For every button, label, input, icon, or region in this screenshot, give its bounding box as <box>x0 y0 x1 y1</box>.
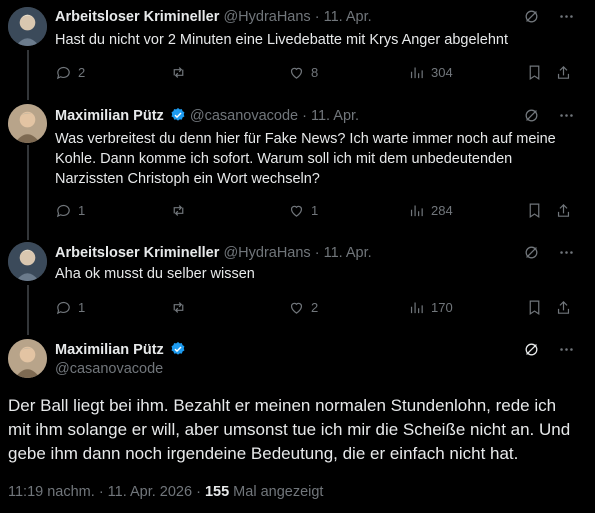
tweet-text: Aha ok musst du selber wissen <box>55 266 255 282</box>
more-icon[interactable] <box>558 244 575 266</box>
bookmark-button[interactable] <box>526 297 543 317</box>
author-name[interactable]: Arbeitsloser Krimineller <box>55 9 219 25</box>
views-button[interactable]: 284 <box>408 200 453 220</box>
views-icon <box>410 302 423 313</box>
avatar[interactable] <box>8 104 47 143</box>
views-icon <box>410 205 423 216</box>
author-name[interactable]: Arbeitsloser Krimineller <box>55 245 219 261</box>
author-handle[interactable]: @HydraHans <box>223 245 310 261</box>
separator: · <box>310 245 324 261</box>
views-count: 304 <box>431 64 453 80</box>
like-button[interactable]: 2 <box>288 297 318 317</box>
like-icon <box>290 205 303 217</box>
avatar[interactable] <box>8 7 47 46</box>
bookmark-button[interactable] <box>526 200 543 220</box>
views-button[interactable]: 304 <box>408 62 453 82</box>
tweet-text: Was verbreitest du denn hier für Fake Ne… <box>55 131 556 187</box>
tweet[interactable]: Maximilian Pütz @casanovacode · 11. Apr.… <box>0 95 595 240</box>
reply-icon <box>56 204 70 217</box>
like-button[interactable]: 1 <box>288 200 318 220</box>
verified-badge-icon <box>171 342 185 355</box>
reply-icon <box>56 301 70 314</box>
reply-count: 1 <box>78 299 86 315</box>
share-icon <box>557 300 570 314</box>
repost-button[interactable] <box>170 62 193 82</box>
author-name[interactable]: Maximilian Pütz <box>55 108 164 124</box>
more-icon[interactable] <box>558 107 575 129</box>
views-button[interactable]: 170 <box>408 297 453 317</box>
tweet[interactable]: Arbeitsloser Krimineller @HydraHans · 11… <box>0 240 595 332</box>
like-icon <box>290 67 303 79</box>
tweet-text: Der Ball liegt bei ihm. Bezahlt er meine… <box>8 396 571 463</box>
grok-icon[interactable] <box>523 8 540 30</box>
separator: · <box>310 9 324 25</box>
reply-count: 2 <box>78 64 86 80</box>
grok-icon[interactable] <box>523 107 540 129</box>
main-tweet: Maximilian Pütz @casanovacode Der Ball l… <box>0 332 595 513</box>
share-button[interactable] <box>555 62 572 82</box>
like-count: 2 <box>311 299 319 315</box>
share-button[interactable] <box>555 200 572 220</box>
reply-button[interactable]: 1 <box>55 200 85 220</box>
bookmark-icon <box>529 300 540 315</box>
bookmark-button[interactable] <box>526 62 543 82</box>
share-icon <box>557 203 570 217</box>
author-handle[interactable]: @casanovacode <box>190 108 298 124</box>
tweet-date[interactable]: 11. Apr. <box>324 245 372 261</box>
repost-button[interactable] <box>170 297 193 317</box>
bookmark-icon <box>529 203 540 218</box>
views-label: Mal angezeigt <box>229 484 324 500</box>
reply-button[interactable]: 1 <box>55 297 85 317</box>
author-handle[interactable]: @casanovacode <box>55 361 163 377</box>
repost-icon <box>173 204 184 216</box>
tweet-timestamp[interactable]: 11:19 nachm. · 11. Apr. 2026 · <box>8 484 205 500</box>
views-icon <box>410 67 423 78</box>
share-button[interactable] <box>555 297 572 317</box>
reply-button[interactable]: 2 <box>55 62 85 82</box>
tweet[interactable]: Arbeitsloser Krimineller @HydraHans · 11… <box>0 0 595 95</box>
more-icon[interactable] <box>558 8 575 30</box>
views-count: 155 <box>204 484 230 500</box>
separator: · <box>298 108 311 124</box>
grok-icon[interactable] <box>523 341 540 363</box>
views-count: 170 <box>431 299 453 315</box>
more-icon[interactable] <box>558 341 575 363</box>
like-icon <box>290 302 303 314</box>
tweet-date[interactable]: 11. Apr. <box>311 108 359 124</box>
verified-badge-icon <box>171 108 185 121</box>
grok-icon[interactable] <box>523 244 540 266</box>
avatar[interactable] <box>8 339 47 378</box>
views-count: 284 <box>431 202 453 218</box>
like-count: 1 <box>311 202 319 218</box>
author-name[interactable]: Maximilian Pütz <box>55 342 164 358</box>
like-button[interactable]: 8 <box>288 62 318 82</box>
repost-button[interactable] <box>170 200 193 220</box>
bookmark-icon <box>529 65 540 80</box>
share-icon <box>557 65 570 79</box>
like-count: 8 <box>311 64 319 80</box>
repost-icon <box>173 66 184 78</box>
tweet-text: Hast du nicht vor 2 Minuten eine Livedeb… <box>55 32 508 48</box>
reply-icon <box>56 66 70 79</box>
repost-icon <box>173 301 184 313</box>
tweet-date[interactable]: 11. Apr. <box>324 9 372 25</box>
author-handle[interactable]: @HydraHans <box>223 9 310 25</box>
avatar[interactable] <box>8 242 47 281</box>
reply-count: 1 <box>78 202 86 218</box>
